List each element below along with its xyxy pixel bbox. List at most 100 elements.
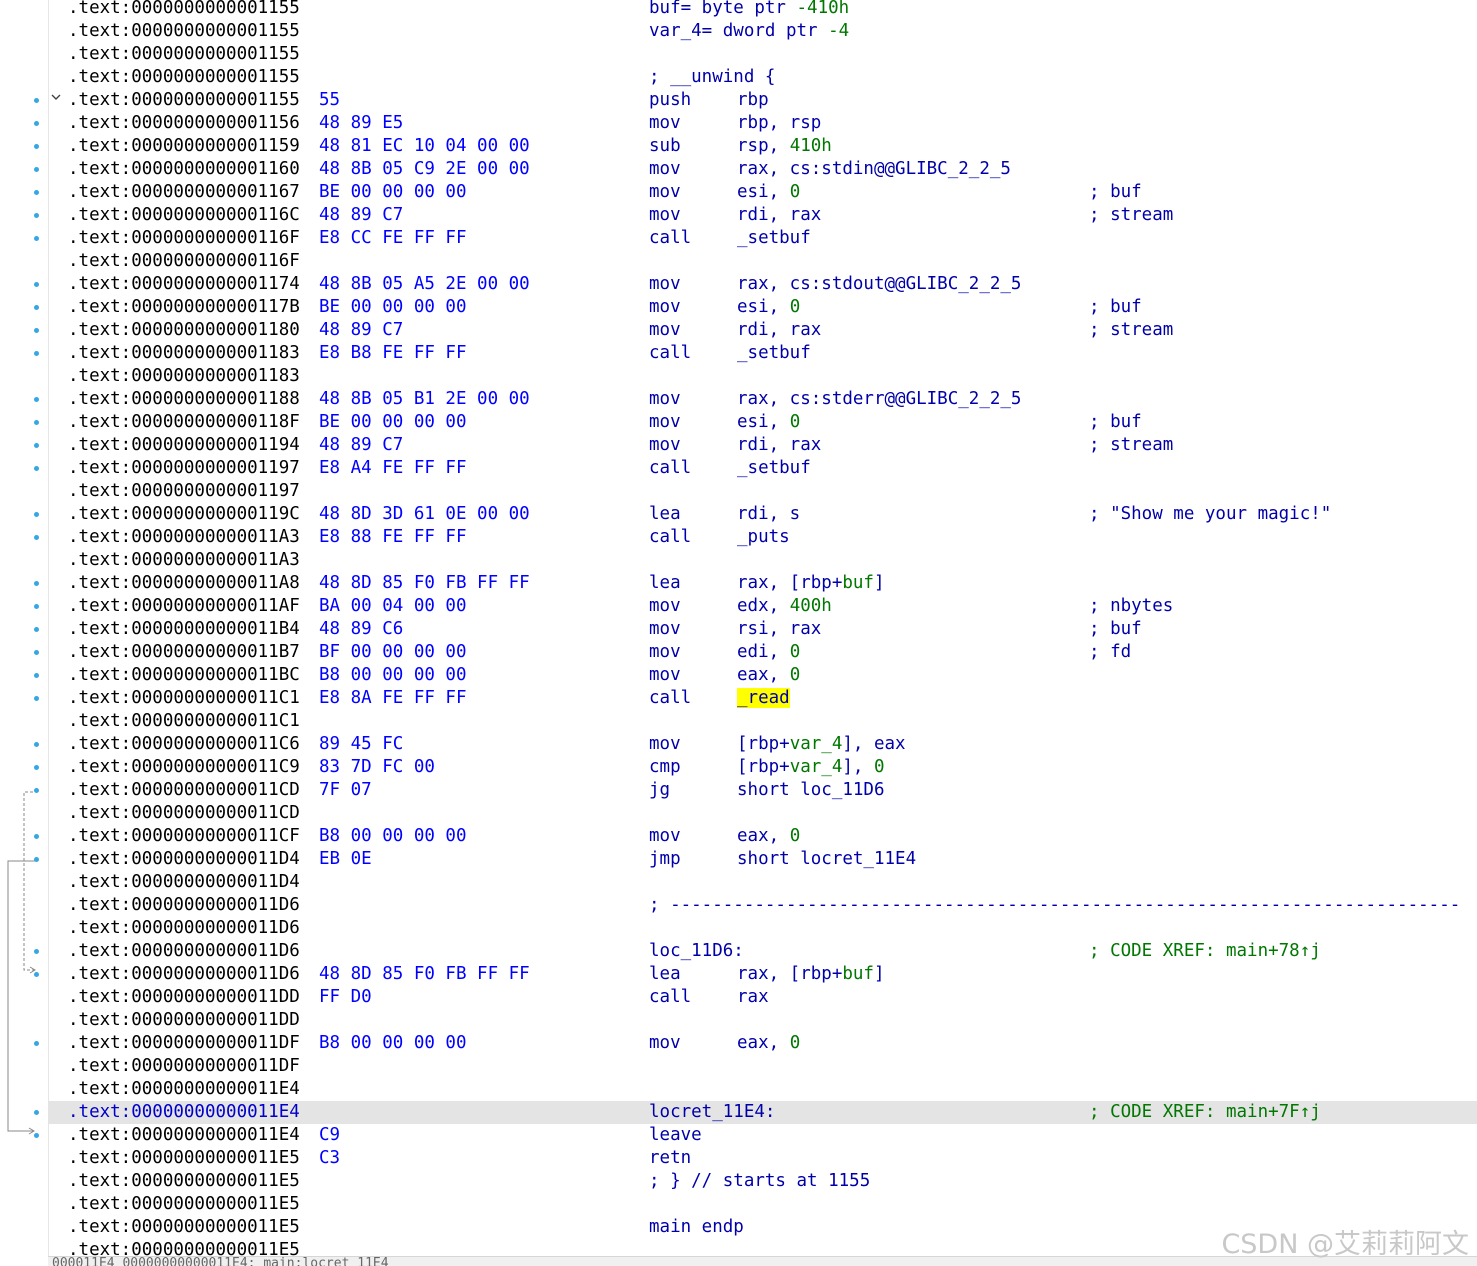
comment: ; buf: [1089, 619, 1142, 639]
breakpoint-dot-icon[interactable]: [34, 696, 39, 701]
breakpoint-dot-icon[interactable]: [34, 1110, 39, 1115]
breakpoint-dot-icon[interactable]: [34, 650, 39, 655]
listing-line[interactable]: .text:00000000000011D4 EB 0E jmp short locr…: [48, 848, 1477, 871]
listing-line[interactable]: .text:00000000000011DD: [48, 1009, 1477, 1032]
listing-line[interactable]: .text:00000000000011A3 E8 88 FE FF FF call…: [48, 526, 1477, 549]
instruction-operands: rdi, rax: [737, 320, 822, 340]
breakpoint-dot-icon[interactable]: [34, 673, 39, 678]
breakpoint-dot-icon[interactable]: [34, 1133, 39, 1138]
line-address: .text:0000000000001194: [68, 435, 300, 455]
listing-line[interactable]: .text:0000000000001174 48 8B 05 A5 2E 00 …: [48, 273, 1477, 296]
breakpoint-dot-icon[interactable]: [34, 788, 39, 793]
listing-line[interactable]: .text:00000000000011D6 ; ----------------…: [48, 894, 1477, 917]
listing-line[interactable]: .text:00000000000011DF: [48, 1055, 1477, 1078]
listing-line[interactable]: .text:00000000000011E5 C3 retn: [48, 1147, 1477, 1170]
breakpoint-dot-icon[interactable]: [34, 98, 39, 103]
listing-line[interactable]: .text:000000000000119C 48 8D 3D 61 0E 00 …: [48, 503, 1477, 526]
instruction-mnemonic: mov: [649, 619, 681, 639]
breakpoint-dot-icon[interactable]: [34, 167, 39, 172]
instruction-operands: _setbuf: [737, 458, 811, 478]
breakpoint-dot-icon[interactable]: [34, 121, 39, 126]
listing-line[interactable]: .text:000000000000116F: [48, 250, 1477, 273]
breakpoint-dot-icon[interactable]: [34, 144, 39, 149]
breakpoint-dot-icon[interactable]: [34, 305, 39, 310]
line-address: .text:000000000000116F: [68, 228, 300, 248]
listing-line[interactable]: .text:00000000000011A3: [48, 549, 1477, 572]
listing-line[interactable]: .text:00000000000011D6 48 8D 85 F0 FB FF …: [48, 963, 1477, 986]
listing-line[interactable]: .text:0000000000001188 48 8B 05 B1 2E 00 …: [48, 388, 1477, 411]
line-address: .text:0000000000001160: [68, 159, 300, 179]
breakpoint-dot-icon[interactable]: [34, 236, 39, 241]
breakpoint-dot-icon[interactable]: [34, 604, 39, 609]
listing-line[interactable]: .text:0000000000001183: [48, 365, 1477, 388]
listing-line[interactable]: .text:0000000000001155: [48, 43, 1477, 66]
listing-line[interactable]: .text:0000000000001155 ; __unwind {: [48, 66, 1477, 89]
listing-line[interactable]: .text:00000000000011C9 83 7D FC 00 cmp [rbp…: [48, 756, 1477, 779]
listing-line[interactable]: .text:0000000000001180 48 89 C7 mov rdi, ra…: [48, 319, 1477, 342]
listing-line[interactable]: .text:00000000000011AF BA 00 04 00 00 mov e…: [48, 595, 1477, 618]
listing-line[interactable]: .text:0000000000001155 var_4= dword ptr -…: [48, 20, 1477, 43]
breakpoint-dot-icon[interactable]: [34, 213, 39, 218]
breakpoint-dot-icon[interactable]: [34, 282, 39, 287]
listing-line[interactable]: .text:00000000000011CD 7F 07 jg short loc_1…: [48, 779, 1477, 802]
breakpoint-dot-icon[interactable]: [34, 535, 39, 540]
listing-line[interactable]: .text:00000000000011D6 loc_11D6: ; CODE XR…: [48, 940, 1477, 963]
line-address: .text:00000000000011C9: [68, 757, 300, 777]
listing-line[interactable]: .text:00000000000011E5 ; } // starts at 1…: [48, 1170, 1477, 1193]
listing-line[interactable]: .text:00000000000011B4 48 89 C6 mov rsi, ra…: [48, 618, 1477, 641]
listing-line[interactable]: .text:00000000000011D6: [48, 917, 1477, 940]
breakpoint-dot-icon[interactable]: [34, 765, 39, 770]
listing-line[interactable]: .text:00000000000011C1 E8 8A FE FF FF call…: [48, 687, 1477, 710]
listing-line[interactable]: .text:00000000000011E4: [48, 1078, 1477, 1101]
breakpoint-dot-icon[interactable]: [34, 627, 39, 632]
listing-line[interactable]: .text:00000000000011C6 89 45 FC mov [rbp+va…: [48, 733, 1477, 756]
listing-line[interactable]: .text:00000000000011B7 BF 00 00 00 00 mov e…: [48, 641, 1477, 664]
listing-line[interactable]: .text:000000000000117B BE 00 00 00 00 mov e…: [48, 296, 1477, 319]
listing-line[interactable]: .text:0000000000001155 buf= byte ptr -410…: [48, 0, 1477, 20]
breakpoint-dot-icon[interactable]: [34, 443, 39, 448]
listing-line[interactable]: .text:000000000000116C 48 89 C7 mov rdi, ra…: [48, 204, 1477, 227]
breakpoint-dot-icon[interactable]: [34, 581, 39, 586]
listing-line[interactable]: .text:0000000000001159 48 81 EC 10 04 00 …: [48, 135, 1477, 158]
listing-line[interactable]: .text:0000000000001183 E8 B8 FE FF FF call…: [48, 342, 1477, 365]
jump-arrows: [7, 791, 38, 1135]
listing-line[interactable]: .text:00000000000011CF B8 00 00 00 00 mov e…: [48, 825, 1477, 848]
listing-line[interactable]: .text:00000000000011BC B8 00 00 00 00 mov e…: [48, 664, 1477, 687]
breakpoint-dot-icon[interactable]: [34, 328, 39, 333]
selected-listing-line[interactable]: .text:00000000000011E4 locret_11E4: ; CODE…: [48, 1101, 1477, 1124]
listing-line[interactable]: .text:00000000000011A8 48 8D 85 F0 FB FF …: [48, 572, 1477, 595]
listing-line[interactable]: .text:000000000000118F BE 00 00 00 00 mov e…: [48, 411, 1477, 434]
breakpoint-dot-icon[interactable]: [34, 742, 39, 747]
listing-line[interactable]: .text:00000000000011DD FF D0 call rax: [48, 986, 1477, 1009]
listing-line[interactable]: .text:0000000000001167 BE 00 00 00 00 mov e…: [48, 181, 1477, 204]
breakpoint-dot-icon[interactable]: [34, 1041, 39, 1046]
breakpoint-dot-icon[interactable]: [34, 857, 39, 862]
listing-line[interactable]: .text:00000000000011E4 C9 leave: [48, 1124, 1477, 1147]
breakpoint-dot-icon[interactable]: [34, 420, 39, 425]
listing-line[interactable]: .text:00000000000011CD: [48, 802, 1477, 825]
listing-line[interactable]: .text:0000000000001160 48 8B 05 C9 2E 00 …: [48, 158, 1477, 181]
listing-line[interactable]: .text:000000000000116F E8 CC FE FF FF call…: [48, 227, 1477, 250]
listing-line[interactable]: .text:00000000000011DF B8 00 00 00 00 mov e…: [48, 1032, 1477, 1055]
breakpoint-dot-icon[interactable]: [34, 190, 39, 195]
disassembly-listing[interactable]: .text:0000000000001155 buf= byte ptr -410…: [48, 0, 1477, 1256]
listing-line[interactable]: .text:0000000000001197 E8 A4 FE FF FF call…: [48, 457, 1477, 480]
listing-line[interactable]: .text:0000000000001197: [48, 480, 1477, 503]
breakpoint-dot-icon[interactable]: [34, 466, 39, 471]
breakpoint-dot-icon[interactable]: [34, 351, 39, 356]
listing-line[interactable]: .text:0000000000001194 48 89 C7 mov rdi, ra…: [48, 434, 1477, 457]
listing-line[interactable]: .text:00000000000011C1: [48, 710, 1477, 733]
breakpoint-dot-icon[interactable]: [34, 512, 39, 517]
breakpoint-dot-icon[interactable]: [34, 949, 39, 954]
instruction-operands: rdi, rax: [737, 435, 822, 455]
breakpoint-dot-icon[interactable]: [34, 972, 39, 977]
line-address: .text:00000000000011A8: [68, 573, 300, 593]
listing-line[interactable]: .text:0000000000001155 55 push rbp: [48, 89, 1477, 112]
comment: ; "Show me your magic!": [1089, 504, 1332, 524]
breakpoint-dot-icon[interactable]: [34, 397, 39, 402]
listing-line[interactable]: .text:00000000000011D4: [48, 871, 1477, 894]
breakpoint-dot-icon[interactable]: [34, 834, 39, 839]
line-address: .text:00000000000011D6: [68, 895, 300, 915]
listing-line[interactable]: .text:00000000000011E5: [48, 1193, 1477, 1216]
listing-line[interactable]: .text:0000000000001156 48 89 E5 mov rbp, rs…: [48, 112, 1477, 135]
